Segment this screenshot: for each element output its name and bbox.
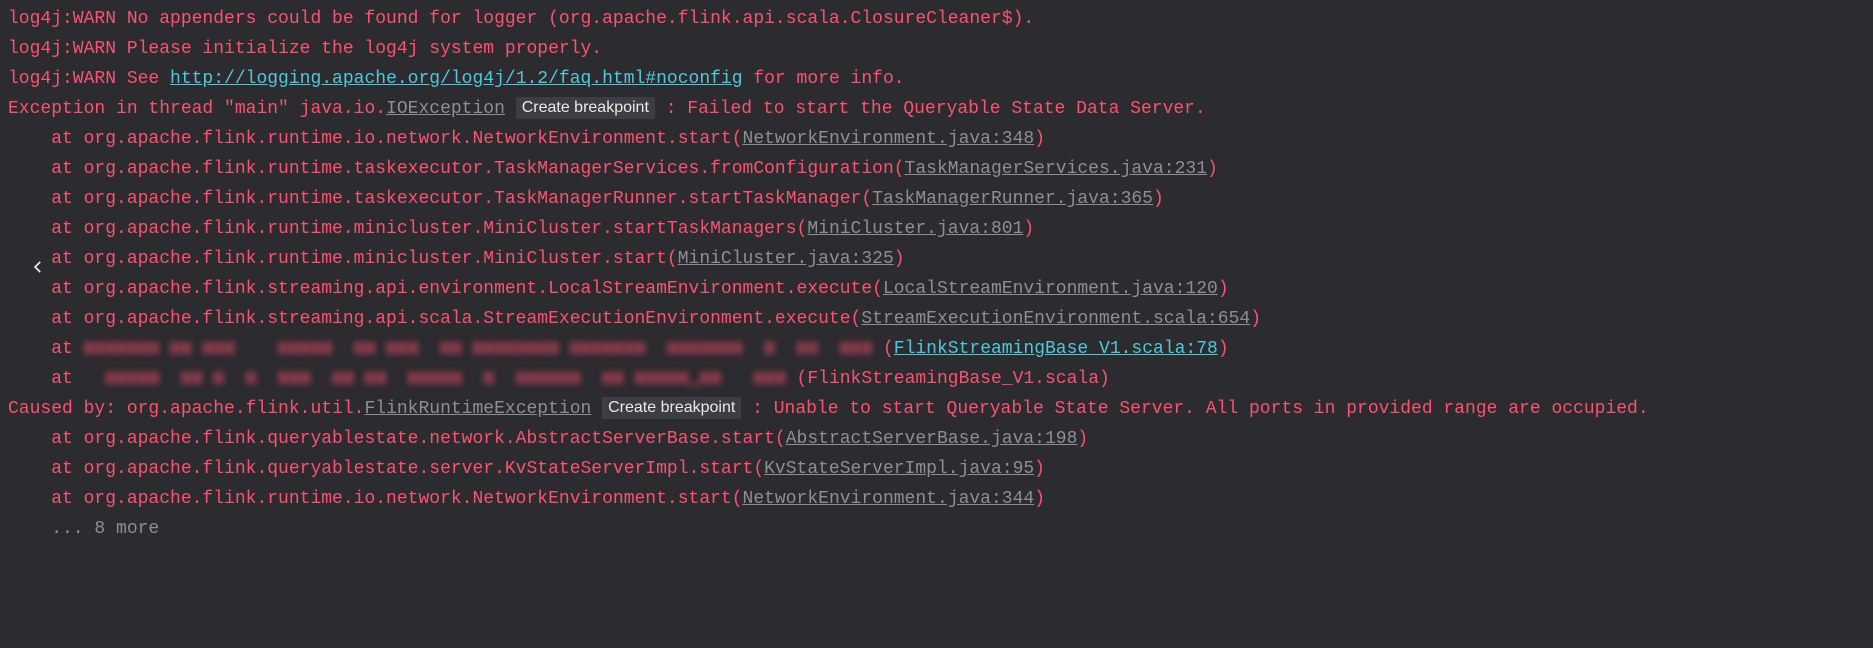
console-text: Exception in thread "main" java.io.: [8, 99, 386, 119]
console-line: at org.apache.flink.runtime.minicluster.…: [8, 214, 1865, 244]
console-text: ): [1218, 339, 1229, 359]
console-text: for more info.: [743, 69, 905, 89]
back-button[interactable]: [24, 253, 52, 281]
console-line: Exception in thread "main" java.io.IOExc…: [8, 94, 1865, 124]
console-text: ): [1153, 189, 1164, 209]
source-link[interactable]: StreamExecutionEnvironment.scala:654: [861, 309, 1250, 329]
console-text: at org.apache.flink.runtime.taskexecutor…: [8, 159, 905, 179]
console-line: at org.apache.flink.runtime.taskexecutor…: [8, 184, 1865, 214]
console-text: ): [1207, 159, 1218, 179]
console-line: at org.apache.flink.streaming.api.scala.…: [8, 304, 1865, 334]
source-link[interactable]: FlinkStreamingBase_V1.scala:78: [894, 339, 1218, 359]
console-text: xxxxx xx x x xxx xx xx xxxxx x xxxxxx xx…: [84, 369, 797, 389]
source-link[interactable]: NetworkEnvironment.java:344: [743, 489, 1035, 509]
console-text: : Failed to start the Queryable State Da…: [655, 99, 1206, 119]
console-line: at org.apache.flink.runtime.minicluster.…: [8, 244, 1865, 274]
console-text: at org.apache.flink.streaming.api.scala.…: [8, 309, 861, 329]
source-link[interactable]: MiniCluster.java:801: [807, 219, 1023, 239]
console-text: [505, 99, 516, 119]
console-line: at org.apache.flink.runtime.taskexecutor…: [8, 154, 1865, 184]
console-line: ... 8 more: [8, 514, 1865, 544]
console-text: ): [1034, 489, 1045, 509]
log4j-faq-link[interactable]: http://logging.apache.org/log4j/1.2/faq.…: [170, 69, 743, 89]
console-text: ): [894, 249, 905, 269]
console-line: log4j:WARN See http://logging.apache.org…: [8, 64, 1865, 94]
console-line: log4j:WARN Please initialize the log4j s…: [8, 34, 1865, 64]
console-line: at org.apache.flink.queryablestate.serve…: [8, 454, 1865, 484]
source-link[interactable]: MiniCluster.java:325: [678, 249, 894, 269]
console-text: ): [1034, 129, 1045, 149]
console-text: ): [1250, 309, 1261, 329]
source-link[interactable]: KvStateServerImpl.java:95: [764, 459, 1034, 479]
console-text: log4j:WARN Please initialize the log4j s…: [8, 39, 602, 59]
console-text: at org.apache.flink.runtime.io.network.N…: [8, 489, 743, 509]
source-link[interactable]: NetworkEnvironment.java:348: [743, 129, 1035, 149]
console-text: ): [1034, 459, 1045, 479]
console-line: at org.apache.flink.queryablestate.netwo…: [8, 424, 1865, 454]
console-text: ): [1077, 429, 1088, 449]
console-text: : Unable to start Queryable State Server…: [741, 399, 1648, 419]
console-line: at xxxxx xx x x xxx xx xx xxxxx x xxxxxx…: [8, 364, 1865, 394]
create-breakpoint-button[interactable]: Create breakpoint: [602, 397, 741, 419]
console-text: at org.apache.flink.runtime.io.network.N…: [8, 129, 743, 149]
console-text: at org.apache.flink.runtime.minicluster.…: [8, 249, 678, 269]
console-line: Caused by: org.apache.flink.util.FlinkRu…: [8, 394, 1865, 424]
console-text: ): [1023, 219, 1034, 239]
create-breakpoint-button[interactable]: Create breakpoint: [516, 97, 655, 119]
chevron-left-icon: [31, 260, 45, 274]
flinkruntimeexception-link[interactable]: FlinkRuntimeException: [364, 399, 591, 419]
console-text: log4j:WARN No appenders could be found f…: [8, 9, 1034, 29]
ioexception-link[interactable]: IOException: [386, 99, 505, 119]
console-text: (FlinkStreamingBase_V1.scala): [797, 369, 1110, 389]
console-line: at org.apache.flink.streaming.api.enviro…: [8, 274, 1865, 304]
console-line: at xxxxxxx xx xxx xxxxx xx xxx xx xxxxxx…: [8, 334, 1865, 364]
console-text: at org.apache.flink.runtime.minicluster.…: [8, 219, 807, 239]
console-text: log4j:WARN See: [8, 69, 170, 89]
source-link[interactable]: TaskManagerRunner.java:365: [872, 189, 1153, 209]
console-text: Caused by: org.apache.flink.util.: [8, 399, 364, 419]
console-text: ): [1218, 279, 1229, 299]
console-text: (: [883, 339, 894, 359]
source-link[interactable]: AbstractServerBase.java:198: [786, 429, 1078, 449]
console-text: at org.apache.flink.queryablestate.serve…: [8, 459, 764, 479]
console-text: at org.apache.flink.queryablestate.netwo…: [8, 429, 786, 449]
console-text: at org.apache.flink.streaming.api.enviro…: [8, 279, 883, 299]
console-text: at org.apache.flink.runtime.taskexecutor…: [8, 189, 872, 209]
console-text: at: [8, 369, 84, 389]
source-link[interactable]: LocalStreamEnvironment.java:120: [883, 279, 1218, 299]
console-text: [591, 399, 602, 419]
console-line: at org.apache.flink.runtime.io.network.N…: [8, 124, 1865, 154]
console-line: at org.apache.flink.runtime.io.network.N…: [8, 484, 1865, 514]
source-link[interactable]: TaskManagerServices.java:231: [905, 159, 1207, 179]
console-line: log4j:WARN No appenders could be found f…: [8, 4, 1865, 34]
console-output: log4j:WARN No appenders could be found f…: [0, 0, 1873, 548]
console-text: xxxxxxx xx xxx xxxxx xx xxx xx xxxxxxxx …: [84, 339, 883, 359]
console-text: at: [8, 339, 84, 359]
console-text: ... 8 more: [8, 519, 159, 539]
